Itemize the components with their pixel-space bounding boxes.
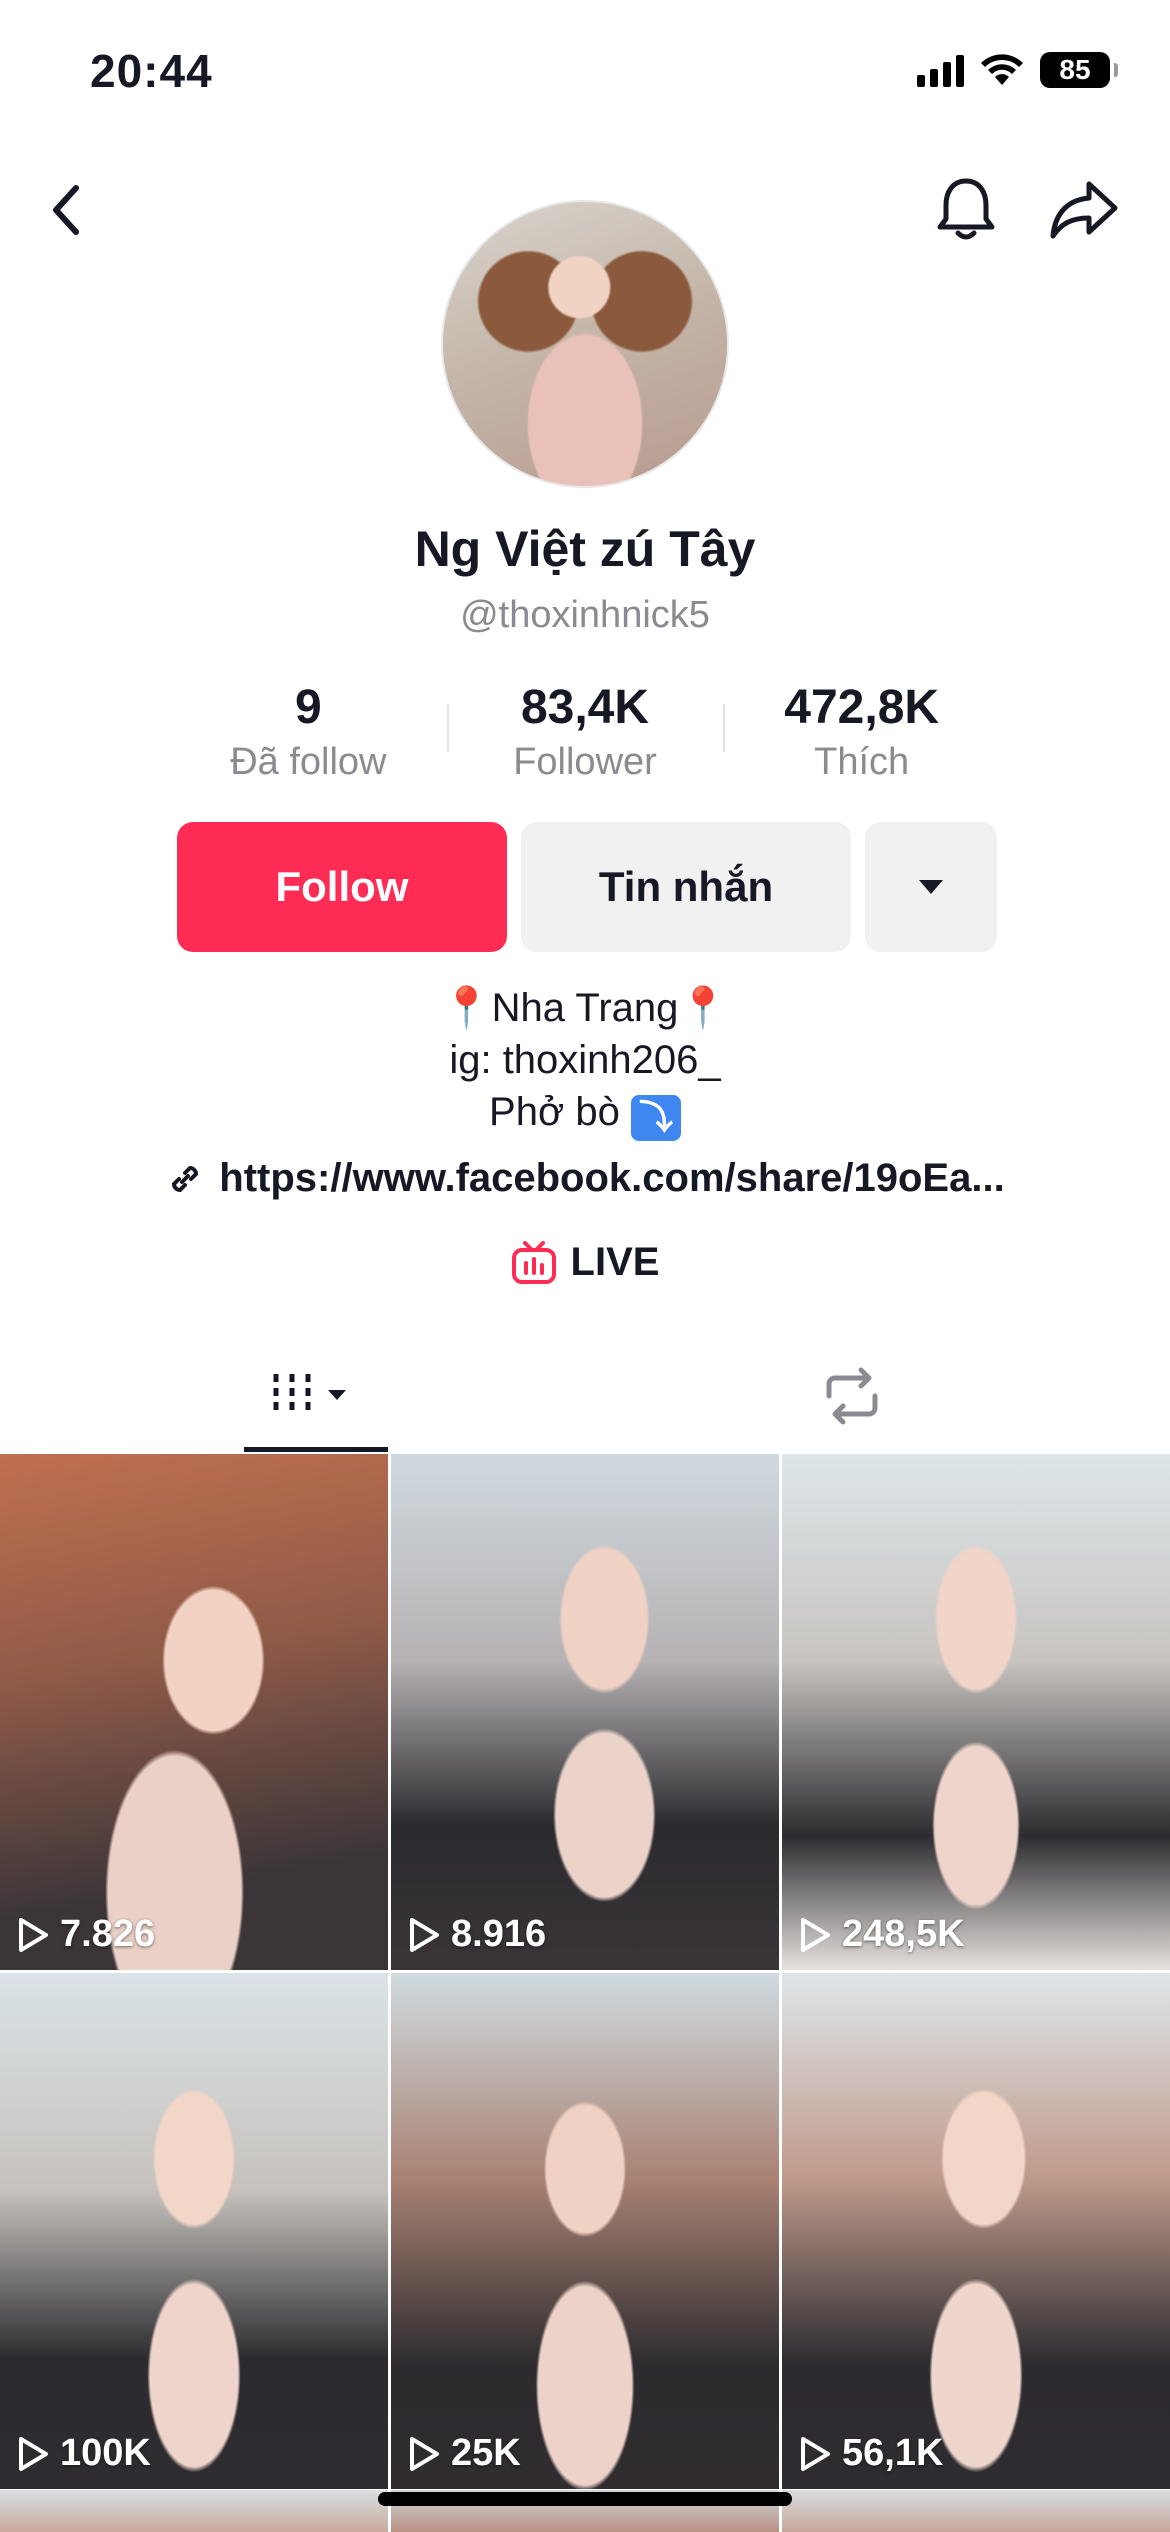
link-icon xyxy=(172,1165,199,1192)
play-icon xyxy=(801,1917,830,1952)
bio-food-text: Phở bò xyxy=(489,1090,620,1134)
video-tile[interactable]: 248,5K xyxy=(782,1454,1170,1970)
video-tile[interactable]: 7.826 xyxy=(0,1454,388,1970)
more-options-button[interactable] xyxy=(865,822,997,952)
status-bar: 20:44 85 xyxy=(0,0,1170,150)
stat-following[interactable]: 9 Đã follow xyxy=(170,676,447,786)
bio-line-location: 📍Nha Trang📍 xyxy=(0,982,1170,1034)
stat-value: 83,4K xyxy=(520,681,650,734)
display-name: Ng Việt zú Tây xyxy=(414,521,756,577)
video-tile[interactable]: 25K xyxy=(391,1973,779,2489)
view-count: 25K xyxy=(407,2432,521,2475)
tab-videos[interactable] xyxy=(244,1340,388,1452)
wifi-icon xyxy=(981,54,1023,85)
play-icon xyxy=(801,2436,830,2471)
videos-grid-icon xyxy=(273,1373,346,1414)
caret-down-icon xyxy=(919,880,943,894)
pin-icon: 📍 xyxy=(678,986,729,1030)
video-tile[interactable]: 100K xyxy=(0,1973,388,2489)
view-count-text: 100K xyxy=(60,2432,151,2474)
bio-line-instagram: ig: thoxinh206_ xyxy=(449,1038,721,1082)
cellular-signal-icon xyxy=(917,53,964,87)
stat-followers[interactable]: 83,4K Follower xyxy=(446,676,724,786)
stat-likes[interactable]: 472,8K Thích xyxy=(723,676,1000,786)
stat-label: Đã follow xyxy=(230,741,387,783)
share-arrow-icon xyxy=(1050,181,1118,239)
arrow-down-right-icon: ⤵ xyxy=(630,1095,681,1141)
bio-link[interactable]: https://www.facebook.com/share/19oEa... xyxy=(0,1156,1170,1201)
video-tile[interactable]: 56,1K xyxy=(782,1973,1170,2489)
view-count-text: 7.826 xyxy=(60,1913,156,1955)
live-label: LIVE xyxy=(570,1240,660,1284)
bell-icon xyxy=(937,178,995,240)
stat-value: 9 xyxy=(294,681,322,734)
video-tile-partial[interactable] xyxy=(0,2490,388,2532)
play-icon xyxy=(19,1917,48,1952)
view-count-text: 25K xyxy=(451,2432,521,2474)
stat-label: Thích xyxy=(814,741,910,783)
live-button[interactable]: LIVE xyxy=(0,1240,1170,1285)
share-button[interactable] xyxy=(1044,170,1124,250)
view-count: 7.826 xyxy=(16,1913,155,1956)
home-indicator[interactable] xyxy=(378,2492,792,2506)
message-button[interactable]: Tin nhắn xyxy=(521,822,851,952)
status-icons: 85 xyxy=(917,52,1118,88)
profile-bio: 📍Nha Trang📍 ig: thoxinh206_ Phở bò ⤵ xyxy=(0,982,1170,1141)
notification-button[interactable] xyxy=(926,170,1006,250)
bio-line-food: Phở bò ⤵ xyxy=(0,1086,1170,1141)
pin-icon: 📍 xyxy=(441,986,492,1030)
view-count-text: 8.916 xyxy=(451,1913,547,1955)
bio-location-text: Nha Trang xyxy=(491,986,679,1030)
battery-indicator: 85 xyxy=(1040,52,1118,88)
username: @thoxinhnick5 xyxy=(460,594,710,636)
follow-button[interactable]: Follow xyxy=(177,822,507,952)
play-icon xyxy=(410,1917,439,1952)
live-tv-icon xyxy=(511,1240,556,1284)
profile-stats: 9 Đã follow 83,4K Follower 472,8K Thích xyxy=(170,676,1000,786)
play-icon xyxy=(410,2436,439,2471)
content-tabs xyxy=(0,1340,1170,1452)
profile-actions: Follow Tin nhắn xyxy=(177,822,997,952)
video-tile[interactable]: 8.916 xyxy=(391,1454,779,1970)
view-count: 8.916 xyxy=(407,1913,546,1956)
bio-link-text: https://www.facebook.com/share/19oEa... xyxy=(219,1156,1005,1200)
status-time: 20:44 xyxy=(90,45,213,97)
back-button[interactable] xyxy=(26,170,106,250)
play-icon xyxy=(19,2436,48,2471)
view-count-text: 248,5K xyxy=(842,1913,965,1955)
stat-label: Follower xyxy=(513,741,657,783)
video-grid: 7.826 8.916 248,5K 100K 25K 56,1K xyxy=(0,1454,1170,2489)
view-count: 100K xyxy=(16,2432,151,2475)
view-count: 248,5K xyxy=(798,1913,965,1956)
chevron-left-icon xyxy=(53,185,79,235)
repost-icon xyxy=(826,1367,878,1425)
view-count: 56,1K xyxy=(798,2432,943,2475)
view-count-text: 56,1K xyxy=(842,2432,944,2474)
video-tile-partial[interactable] xyxy=(782,2490,1170,2532)
tab-reposts[interactable] xyxy=(780,1340,924,1452)
stat-value: 472,8K xyxy=(784,681,940,734)
profile-avatar[interactable] xyxy=(441,200,729,488)
